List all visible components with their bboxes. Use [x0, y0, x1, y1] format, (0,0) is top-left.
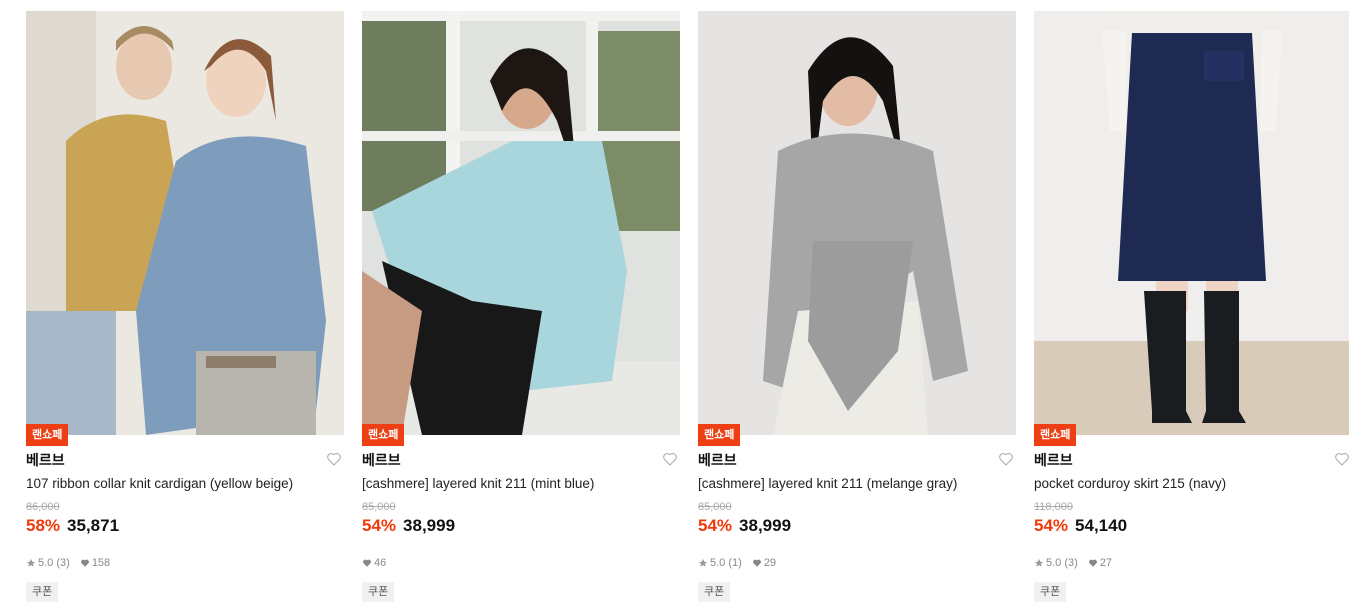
heart-icon[interactable]: [662, 451, 678, 467]
rating-value: 5.0: [710, 557, 726, 569]
price-row: 58% 35,871: [26, 516, 119, 536]
sale-price: 38,999: [739, 516, 792, 535]
rating-value: 5.0: [38, 557, 54, 569]
product-card[interactable]: 랜쇼페 베르브 [cashmere] layered knit 211 (mel…: [698, 11, 1016, 602]
promo-badge: 랜쇼페: [362, 424, 405, 446]
product-meta: 5.0 (3) 27: [1034, 557, 1112, 569]
product-image[interactable]: [362, 11, 680, 435]
discount-rate: 54%: [698, 516, 733, 535]
promo-badge: 랜쇼페: [698, 424, 741, 446]
price-row: 54% 38,999: [698, 516, 791, 536]
discount-rate: 58%: [26, 516, 61, 535]
original-price: 85,000: [698, 501, 732, 513]
product-name[interactable]: [cashmere] layered knit 211 (mint blue): [362, 476, 594, 491]
like-count: 29: [763, 557, 777, 569]
product-meta: 5.0 (3) 158: [26, 557, 110, 569]
heart-icon[interactable]: [1334, 451, 1349, 467]
review-count: (3): [56, 557, 70, 569]
heart-filled-icon: [80, 559, 89, 567]
product-name[interactable]: 107 ribbon collar knit cardigan (yellow …: [26, 476, 293, 491]
brand-name[interactable]: 베르브: [1034, 450, 1073, 470]
product-image[interactable]: [1034, 11, 1349, 435]
brand-name[interactable]: 베르브: [362, 450, 401, 470]
heart-icon[interactable]: [998, 451, 1014, 467]
like-count: 158: [91, 557, 111, 569]
product-card[interactable]: 랜쇼페 베르브 [cashmere] layered knit 211 (min…: [362, 11, 680, 602]
coupon-tag: 쿠폰: [1034, 582, 1067, 602]
brand-name[interactable]: 베르브: [698, 450, 737, 470]
product-name[interactable]: [cashmere] layered knit 211 (melange gra…: [698, 476, 957, 491]
sale-price: 38,999: [403, 516, 456, 535]
review-count: (3): [1064, 557, 1078, 569]
star-icon: [26, 558, 36, 567]
product-grid: 랜쇼페 베르브 107 ribbon collar knit cardigan …: [26, 11, 1349, 602]
review-count: (1): [728, 557, 742, 569]
original-price: 85,000: [362, 501, 396, 513]
sale-price: 35,871: [67, 516, 120, 535]
like-count: 46: [374, 557, 387, 569]
coupon-tag: 쿠폰: [26, 582, 59, 602]
original-price: 118,000: [1034, 501, 1073, 513]
like-count: 27: [1099, 557, 1113, 569]
star-icon: [698, 558, 708, 567]
product-name[interactable]: pocket corduroy skirt 215 (navy): [1034, 476, 1226, 491]
heart-filled-icon: [752, 559, 761, 567]
sale-price: 54,140: [1075, 516, 1128, 535]
product-image[interactable]: [698, 11, 1016, 435]
product-image[interactable]: [26, 11, 344, 435]
product-meta: 46: [362, 557, 386, 569]
discount-rate: 54%: [1034, 516, 1069, 535]
product-card[interactable]: 랜쇼페 베르브 107 ribbon collar knit cardigan …: [26, 11, 344, 602]
brand-name[interactable]: 베르브: [26, 450, 65, 470]
heart-filled-icon: [363, 559, 371, 567]
promo-badge: 랜쇼페: [26, 424, 69, 446]
rating-value: 5.0: [1046, 557, 1062, 569]
product-card[interactable]: 랜쇼페 베르브 pocket corduroy skirt 215 (navy)…: [1034, 11, 1349, 602]
star-icon: [1034, 558, 1044, 567]
heart-icon[interactable]: [326, 451, 342, 467]
price-row: 54% 54,140: [1034, 516, 1127, 536]
original-price: 86,000: [26, 501, 60, 513]
price-row: 54% 38,999: [362, 516, 455, 536]
promo-badge: 랜쇼페: [1034, 424, 1077, 446]
heart-filled-icon: [1088, 559, 1097, 567]
product-meta: 5.0 (1) 29: [698, 557, 776, 569]
discount-rate: 54%: [362, 516, 397, 535]
coupon-tag: 쿠폰: [362, 582, 395, 602]
coupon-tag: 쿠폰: [698, 582, 731, 602]
